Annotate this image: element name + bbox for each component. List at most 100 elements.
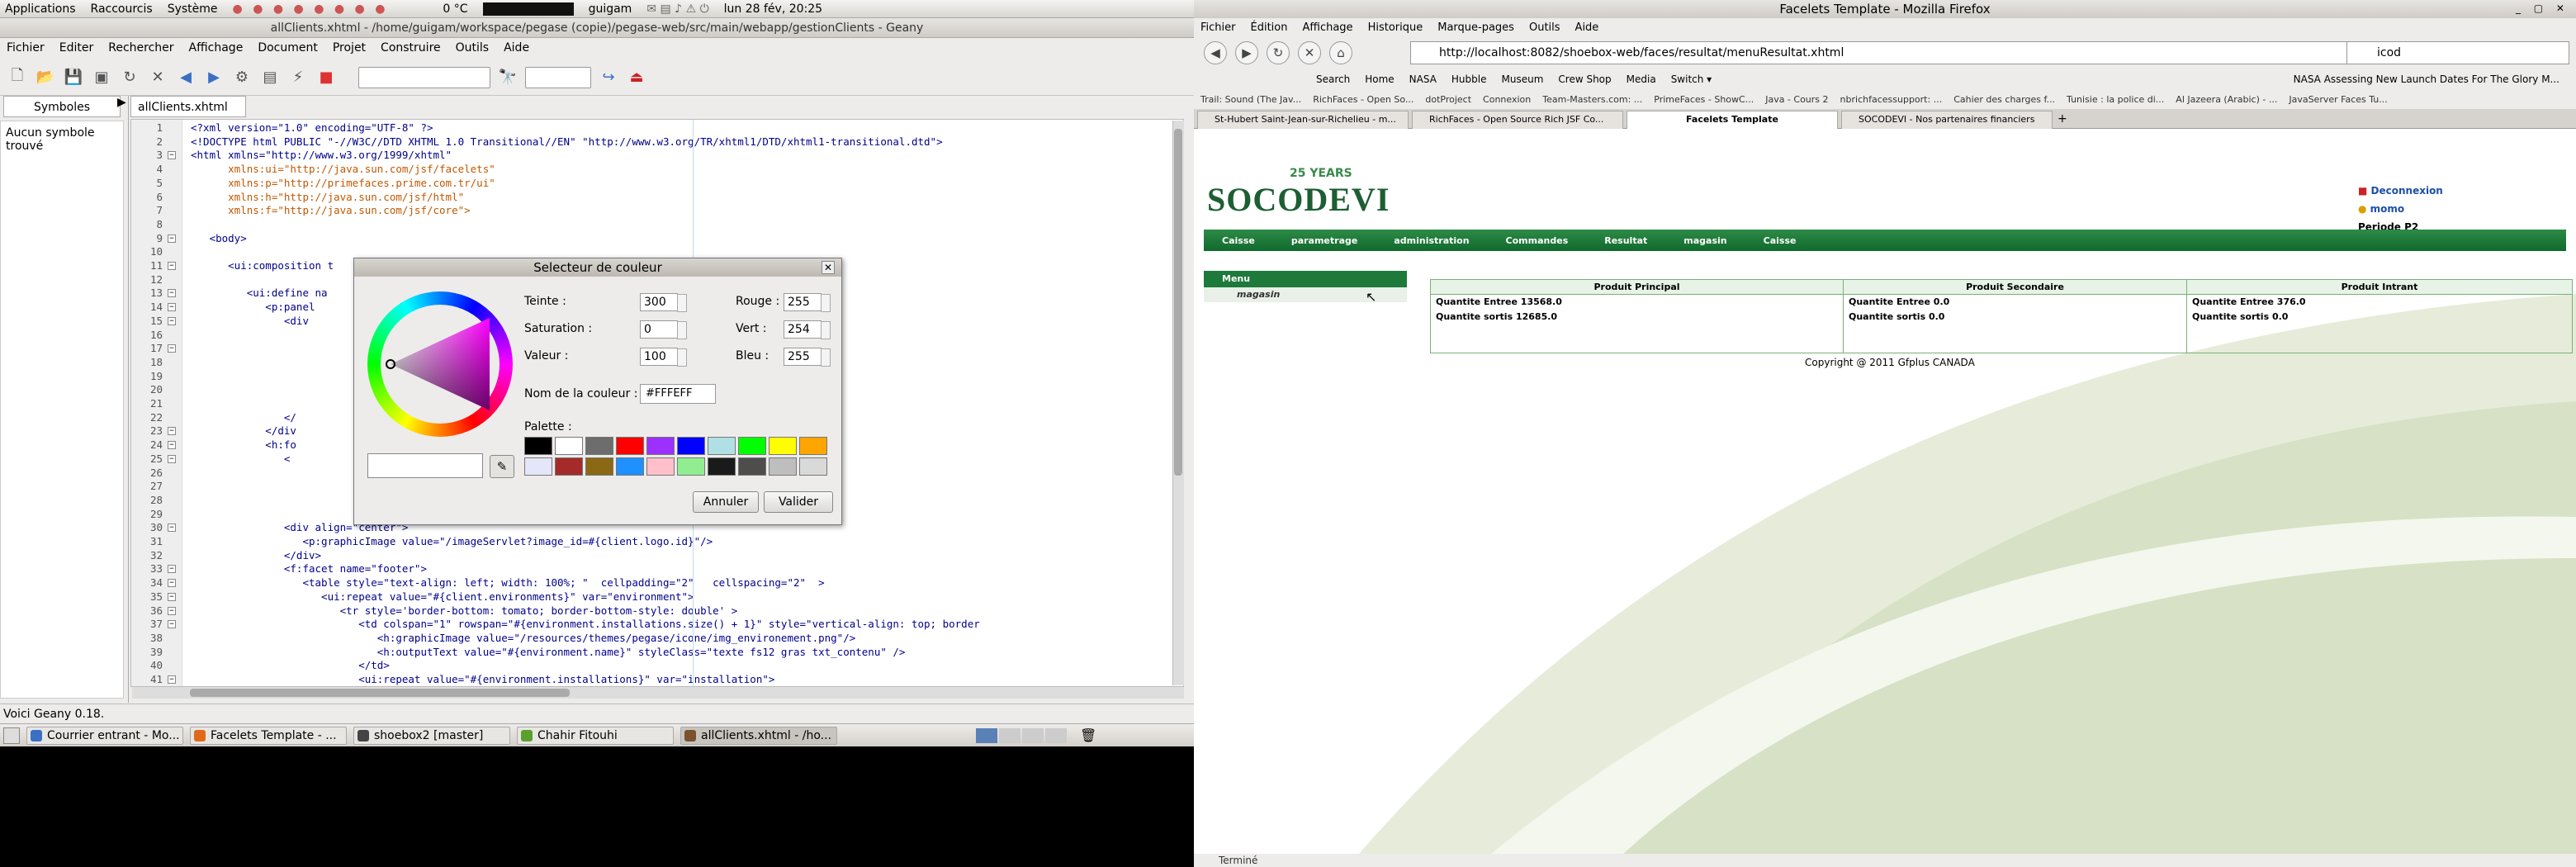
- goto-icon[interactable]: ↪: [598, 67, 619, 88]
- news-ticker[interactable]: NASA Assessing New Launch Dates For The …: [2294, 73, 2559, 85]
- nav-administration[interactable]: administration: [1376, 235, 1487, 246]
- palette-swatch[interactable]: [799, 437, 827, 455]
- tray-icons[interactable]: ✉ ▤ ♪ ⚠ ⏻: [646, 2, 708, 16]
- reload-icon[interactable]: ↻: [1267, 41, 1290, 64]
- palette-swatch[interactable]: [677, 457, 705, 476]
- tab-socodevi[interactable]: SOCODEVI - Nos partenaires financiers: [1841, 111, 2053, 129]
- toolbar-crew-shop[interactable]: Crew Shop: [1558, 73, 1611, 85]
- menu-outils[interactable]: Outils: [456, 41, 489, 54]
- palette-swatch[interactable]: [677, 437, 705, 455]
- ff-menu-aide[interactable]: Aide: [1575, 21, 1599, 34]
- search-field[interactable]: icod: [2346, 41, 2569, 64]
- task-courrier[interactable]: Courrier entrant - Mo...: [26, 726, 183, 745]
- tab-st-hubert[interactable]: St-Hubert Saint-Jean-sur-Richelieu - m..…: [1197, 111, 1409, 129]
- fold-marker-icon[interactable]: −: [168, 592, 176, 601]
- palette-swatch[interactable]: [616, 457, 644, 476]
- toolbar-home[interactable]: Home: [1365, 73, 1394, 85]
- color-chooser-icon[interactable]: ■: [315, 67, 337, 88]
- ff-menu-marque-pages[interactable]: Marque-pages: [1437, 21, 1514, 34]
- task-chahir[interactable]: Chahir Fitouhi: [517, 726, 674, 745]
- palette-swatch[interactable]: [524, 437, 552, 455]
- toolbar-media[interactable]: Media: [1627, 73, 1656, 85]
- bookmark-item[interactable]: nbrichfacessupport: ...: [1840, 94, 1943, 105]
- goto-line-field[interactable]: [525, 66, 591, 88]
- trash-icon[interactable]: 🗑: [1080, 727, 1096, 743]
- tab-facelets[interactable]: Facelets Template: [1627, 111, 1838, 129]
- menu-construire[interactable]: Construire: [381, 41, 441, 54]
- toolbar-search[interactable]: Search: [1316, 73, 1350, 85]
- menu-affichage[interactable]: Affichage: [189, 41, 244, 54]
- vertical-scroll-thumb[interactable]: [1174, 129, 1182, 476]
- menu-aide[interactable]: Aide: [504, 41, 529, 54]
- palette-swatch[interactable]: [708, 437, 736, 455]
- teinte-spin[interactable]: 300: [640, 293, 687, 312]
- bookmark-item[interactable]: Connexion: [1483, 94, 1531, 105]
- fold-marker-icon[interactable]: −: [168, 303, 176, 312]
- logout-link[interactable]: ■ Deconnexion: [2358, 182, 2443, 200]
- open-file-icon[interactable]: 📂: [35, 67, 56, 88]
- task-allclients[interactable]: allClients.xhtml - /ho...: [680, 726, 837, 745]
- palette-swatch[interactable]: [646, 437, 675, 455]
- fold-marker-icon[interactable]: −: [168, 620, 176, 629]
- toolbar-nasa[interactable]: NASA: [1409, 73, 1437, 85]
- saturation-spin[interactable]: 0: [640, 320, 687, 339]
- fold-marker-icon[interactable]: −: [168, 151, 176, 160]
- fold-marker-icon[interactable]: −: [168, 565, 176, 574]
- nav-parametrage[interactable]: parametrage: [1273, 235, 1376, 246]
- fold-marker-icon[interactable]: −: [168, 524, 176, 533]
- menu-rechercher[interactable]: Rechercher: [108, 41, 173, 54]
- user-name[interactable]: guigam: [589, 2, 632, 16]
- new-tab-icon[interactable]: +: [2057, 112, 2067, 126]
- workspace-switcher[interactable]: [976, 727, 1067, 743]
- task-facelets[interactable]: Facelets Template - ...: [190, 726, 347, 745]
- run-icon[interactable]: ⚡: [287, 67, 309, 88]
- task-shoebox[interactable]: shoebox2 [master]: [353, 726, 510, 745]
- palette-swatch[interactable]: [738, 457, 766, 476]
- clock[interactable]: lun 28 fév, 20:25: [724, 2, 822, 16]
- reload-icon[interactable]: ↻: [119, 67, 140, 88]
- bookmark-item[interactable]: Cahier des charges f...: [1953, 94, 2055, 105]
- compile-icon[interactable]: ⚙: [231, 67, 253, 88]
- palette-swatch[interactable]: [799, 457, 827, 476]
- fold-marker-icon[interactable]: −: [168, 262, 176, 270]
- fold-marker-icon[interactable]: −: [168, 234, 176, 243]
- eyedropper-icon[interactable]: ✎: [490, 455, 514, 478]
- fold-marker-icon[interactable]: −: [168, 289, 176, 298]
- new-file-icon[interactable]: 🗋: [7, 67, 28, 88]
- tab-allclients[interactable]: allClients.xhtml ✕: [130, 96, 246, 135]
- ff-menu-fichier[interactable]: Fichier: [1200, 21, 1236, 34]
- raccourcis-menu[interactable]: Raccourcis: [91, 2, 153, 16]
- home-icon[interactable]: ⌂: [1329, 41, 1352, 64]
- horizontal-scroll-thumb[interactable]: [190, 689, 570, 697]
- back-icon[interactable]: ◀: [1204, 41, 1227, 64]
- build-icon[interactable]: ▤: [259, 67, 281, 88]
- bookmark-item[interactable]: Trail: Sound (The Jav...: [1200, 94, 1301, 105]
- palette-swatch[interactable]: [585, 437, 613, 455]
- palette-swatch[interactable]: [585, 457, 613, 476]
- sv-triangle[interactable]: [386, 310, 495, 419]
- save-icon[interactable]: 💾: [63, 67, 84, 88]
- menu-document[interactable]: Document: [258, 41, 318, 54]
- tab-symboles[interactable]: Symboles: [3, 96, 121, 117]
- fold-marker-icon[interactable]: −: [168, 579, 176, 588]
- toolbar-switch[interactable]: Switch ▾: [1671, 73, 1712, 85]
- forward-icon[interactable]: ▶: [203, 67, 225, 88]
- fold-marker-icon[interactable]: −: [168, 454, 176, 463]
- ff-menu-outils[interactable]: Outils: [1529, 21, 1560, 34]
- fold-marker-icon[interactable]: −: [168, 606, 176, 615]
- forward-icon[interactable]: ▶: [1235, 41, 1258, 64]
- bookmark-item[interactable]: Team-Masters.com: ...: [1542, 94, 1642, 105]
- quit-icon[interactable]: ⏏: [626, 67, 647, 88]
- menu-editer[interactable]: Editer: [59, 41, 93, 54]
- valeur-spin[interactable]: 100: [640, 348, 687, 367]
- search-field[interactable]: [358, 66, 490, 88]
- vert-spin[interactable]: 254: [784, 320, 831, 339]
- toolbar-hubble[interactable]: Hubble: [1451, 73, 1487, 85]
- nav-commandes[interactable]: Commandes: [1488, 235, 1587, 246]
- find-icon[interactable]: 🔭: [497, 67, 519, 88]
- close-icon[interactable]: ✕: [147, 67, 168, 88]
- fold-marker-icon[interactable]: −: [168, 427, 176, 436]
- close-icon[interactable]: ✕: [822, 261, 835, 274]
- applications-menu[interactable]: Applications: [5, 2, 76, 16]
- nav-caisse-2[interactable]: Caisse: [1745, 235, 1815, 246]
